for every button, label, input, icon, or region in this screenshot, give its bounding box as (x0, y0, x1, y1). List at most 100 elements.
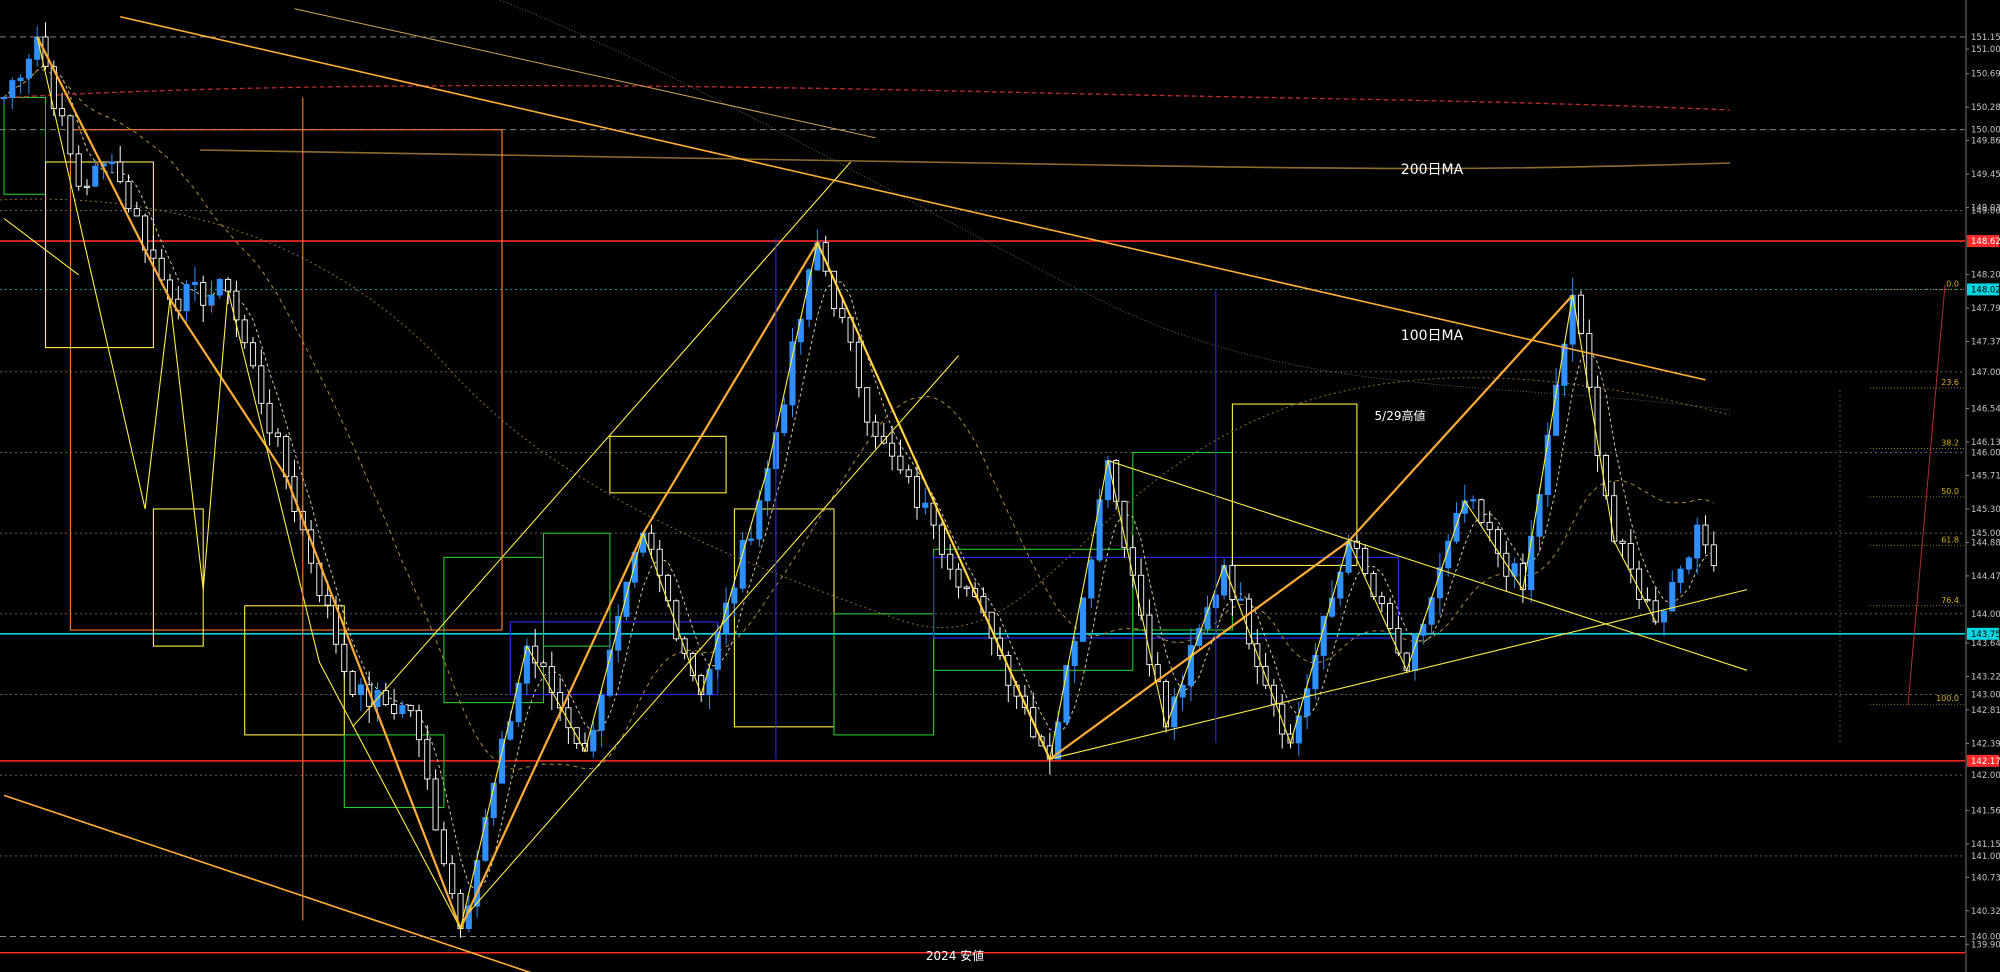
candle-body (432, 778, 439, 831)
candle-body (1071, 640, 1078, 667)
candle-body (1528, 535, 1535, 591)
candle-body (9, 80, 16, 98)
candle-body (1611, 495, 1618, 542)
candle-body (1619, 540, 1626, 544)
candle-body (1079, 597, 1087, 642)
fib-level-label: 76.4 (1941, 596, 1959, 605)
candle-body (955, 568, 962, 588)
candle-body (158, 257, 165, 281)
axis-tick-label: 150.280 (1971, 103, 2000, 113)
axis-tick-label: 149.450 (1971, 170, 2000, 180)
axis-tick-label: 143.225 (1971, 672, 2000, 682)
candle-body (1561, 343, 1568, 386)
candle-body (806, 269, 813, 320)
candle-body (357, 684, 364, 695)
axis-tick-label: 150.695 (1971, 70, 2000, 80)
candle-body (349, 671, 356, 695)
candle-body (864, 387, 871, 423)
candle-body (872, 421, 879, 437)
candle-body (897, 455, 904, 471)
candle-body (150, 249, 157, 259)
price-tag: 143.753 (1971, 630, 2000, 640)
price-tag: 146.000 (1971, 448, 2000, 458)
candle-body (407, 705, 414, 712)
axis-tick-label: 149.865 (1971, 137, 2000, 147)
candle-body (258, 365, 265, 404)
candle-body (889, 442, 896, 457)
candle-body (382, 690, 389, 706)
axis-tick-label: 142.810 (1971, 706, 2000, 716)
candle-body (656, 548, 663, 576)
candle-body (241, 319, 248, 344)
candle-body (75, 153, 82, 187)
candle-body (1312, 654, 1319, 690)
price-tag: 150.000 (1971, 126, 2000, 136)
candle-body (1685, 557, 1692, 570)
price-tag: 147.000 (1971, 368, 2000, 378)
candle-body (415, 710, 423, 741)
candle-body (399, 705, 406, 714)
candle-body (598, 694, 605, 731)
candle-body (1088, 559, 1095, 599)
candle-body (1569, 294, 1576, 345)
candle-body (698, 675, 705, 695)
candle-body (341, 643, 348, 672)
axis-tick-label: 140.735 (1971, 873, 2000, 883)
candle-body (283, 436, 290, 478)
price-tag: 140.000 (1971, 933, 2000, 943)
candle-body (1279, 703, 1286, 735)
fib-level-label: 38.2 (1941, 438, 1959, 447)
candle-body (216, 278, 223, 296)
candle-body (92, 165, 99, 187)
chart-annotation: 2024 安値 (926, 948, 984, 963)
chart-background (0, 0, 2000, 972)
axis-tick-label: 145.715 (1971, 471, 2000, 481)
candle-body (1710, 544, 1717, 566)
candle-body (839, 308, 846, 318)
axis-tick-label: 140.320 (1971, 907, 2000, 917)
candle-body (1395, 627, 1402, 654)
candle-body (449, 863, 456, 895)
candle-body (225, 278, 232, 292)
candle-body (1171, 696, 1178, 728)
axis-tick-label: 141.565 (1971, 806, 2000, 816)
candle-body (67, 115, 74, 155)
price-tag: 143.000 (1971, 691, 2000, 701)
price-chart[interactable]: 0.0 23.6 38.2 50.0 61.8 76.4 100.0 200日MA 100日M… (0, 0, 2000, 972)
axis-tick-label: 146.545 (1971, 405, 2000, 415)
candle-body (249, 342, 257, 367)
price-tag: 148.620 (1971, 237, 2000, 247)
candle-body (1138, 574, 1145, 616)
candle-body (681, 638, 688, 654)
candle-body (747, 538, 755, 541)
candle-body (0, 97, 8, 100)
candle-body (905, 469, 912, 478)
candle-body (1378, 596, 1385, 604)
price-axis[interactable]: 151.000 150.695 150.280 149.865 149.450 149.0… (1965, 0, 2000, 972)
candle-body (1453, 512, 1460, 542)
candle-body (1470, 499, 1477, 502)
chart-annotation: 200日MA (1401, 162, 1464, 178)
candle-body (1129, 547, 1136, 576)
candle-body (133, 208, 140, 217)
fib-level-label: 23.6 (1941, 378, 1959, 387)
candle-body (208, 294, 215, 306)
candle-body (1403, 652, 1410, 671)
candle-body (756, 500, 763, 540)
candle-body (200, 281, 207, 306)
candle-body (1478, 499, 1485, 523)
candle-body (108, 161, 115, 165)
axis-tick-label: 147.790 (1971, 304, 2000, 314)
candle-body (797, 318, 804, 343)
candle-body (1660, 610, 1668, 623)
price-tag: 151.150 (1971, 33, 2000, 43)
candle-body (1694, 524, 1701, 559)
price-tag: 149.000 (1971, 206, 2000, 216)
axis-tick-label: 141.150 (1971, 840, 2000, 850)
candle-body (59, 108, 66, 117)
candle-body (731, 587, 738, 604)
candle-body (1644, 598, 1651, 602)
candle-body (1627, 543, 1634, 570)
candle-body (424, 739, 431, 780)
candle-body (1636, 568, 1643, 600)
